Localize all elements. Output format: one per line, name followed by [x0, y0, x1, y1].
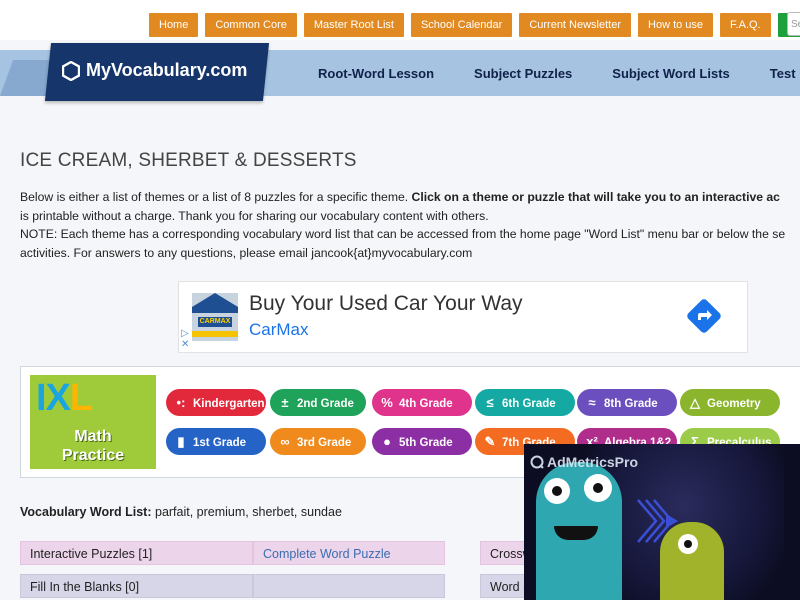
grade-label: 6th Grade: [502, 398, 556, 410]
nav-school-calendar[interactable]: School Calendar: [410, 13, 513, 37]
row-cell: [253, 574, 445, 598]
nav-common-core[interactable]: Common Core: [205, 13, 297, 37]
nav-home[interactable]: Home: [149, 13, 199, 37]
ixl-line-practice: Practice: [61, 447, 125, 464]
intro-line-3: NOTE: Each theme has a corresponding voc…: [20, 227, 786, 241]
grade-pill[interactable]: ≈8th Grade: [577, 389, 677, 416]
grade-icon: ●: [383, 434, 391, 449]
grade-icon: ≈: [588, 395, 596, 410]
directions-arrow-icon[interactable]: [686, 298, 722, 334]
grade-icon: ✎: [484, 434, 496, 449]
grade-pill[interactable]: •: Kindergarten: [166, 389, 266, 416]
grade-icon: ≤: [486, 395, 494, 410]
grade-icon: •:: [176, 395, 186, 410]
ad-advertiser[interactable]: CarMax: [249, 320, 309, 340]
grade-pill[interactable]: ▮ 1st Grade: [166, 428, 266, 455]
nav-current-newsletter[interactable]: Current Newsletter: [519, 13, 632, 37]
ad-choices-icon[interactable]: ▷: [181, 328, 189, 339]
grade-label: Kindergarten: [193, 398, 265, 410]
video-brand: AdMetricsPro: [547, 454, 639, 470]
grade-pill[interactable]: ±2nd Grade: [270, 389, 366, 416]
grade-pill[interactable]: △ Geometry: [680, 389, 780, 416]
monster-character: [536, 462, 622, 600]
ixl-logo: IXL: [36, 377, 93, 419]
site-logo[interactable]: MyVocabulary.com: [62, 60, 247, 81]
grade-label: 1st Grade: [193, 437, 247, 449]
nav-subject-word-lists[interactable]: Subject Word Lists: [612, 66, 730, 81]
grade-pill[interactable]: % 4th Grade: [372, 389, 472, 416]
nav-subject-puzzles[interactable]: Subject Puzzles: [474, 66, 572, 81]
carmax-ad[interactable]: CARMAX Buy Your Used Car Your Way CarMax…: [178, 281, 748, 353]
grade-label: 2nd Grade: [297, 398, 354, 410]
play-icon[interactable]: [634, 494, 692, 548]
nav-how-to-use[interactable]: How to use: [638, 13, 714, 37]
grade-pill[interactable]: ∞ 3rd Grade: [270, 428, 366, 455]
grade-label: 8th Grade: [604, 398, 658, 410]
grade-pill[interactable]: ● 5th Grade: [372, 428, 472, 455]
search-input[interactable]: Se: [787, 12, 800, 36]
grade-label: 3rd Grade: [297, 437, 352, 449]
main-nav: Root-Word Lesson Subject Puzzles Subject…: [318, 66, 800, 81]
nav-test-prep[interactable]: Test Pre: [770, 66, 800, 81]
video-ad-player[interactable]: AdMetricsPro: [524, 444, 800, 600]
vocab-label: Vocabulary Word List:: [20, 505, 152, 519]
admetrics-logo-icon: [530, 455, 544, 469]
grade-icon: ∞: [280, 434, 290, 449]
ad-headline[interactable]: Buy Your Used Car Your Way: [249, 292, 523, 316]
grade-icon: %: [381, 395, 393, 410]
intro-line-4: activities. For answers to any questions…: [20, 245, 473, 260]
intro-text: Below is either a list of themes or a li…: [20, 188, 800, 262]
carmax-ad-image: CARMAX: [192, 293, 238, 341]
nav-faq[interactable]: F.A.Q.: [720, 13, 771, 37]
grade-pill[interactable]: ≤6th Grade: [475, 389, 575, 416]
carmax-image-text: CARMAX: [198, 317, 232, 327]
grade-label: 4th Grade: [399, 398, 453, 410]
grade-label: Geometry: [707, 398, 761, 410]
intro-line-2: is printable without a charge. Thank you…: [20, 208, 489, 223]
complete-word-puzzle-link[interactable]: Complete Word Puzzle: [253, 541, 445, 565]
hexagon-icon: [62, 60, 80, 81]
nav-root-word-lesson[interactable]: Root-Word Lesson: [318, 66, 434, 81]
grade-icon: ±: [281, 395, 289, 410]
intro-line-1-bold: Click on a theme or puzzle that will tak…: [411, 190, 780, 204]
page-title: ICE CREAM, SHERBET & DESSERTS: [20, 150, 357, 171]
intro-line-1: Below is either a list of themes or a li…: [20, 190, 412, 204]
grade-icon: △: [690, 395, 700, 410]
grade-icon: ▮: [177, 434, 185, 449]
vocabulary-word-list: Vocabulary Word List: parfait, premium, …: [20, 505, 342, 519]
row-label: Interactive Puzzles [1]: [20, 541, 253, 565]
top-nav: Home Common Core Master Root List School…: [149, 13, 800, 37]
grade-label: 5th Grade: [399, 437, 453, 449]
ixl-logo-panel: IXL Math Practice: [30, 375, 156, 469]
close-icon[interactable]: ✕: [181, 339, 189, 350]
nav-master-root-list[interactable]: Master Root List: [303, 13, 404, 37]
logo-text: MyVocabulary.com: [86, 60, 248, 80]
ixl-line-math: Math: [74, 428, 112, 445]
vocab-words: parfait, premium, sherbet, sundae: [151, 505, 342, 519]
row-label: Fill In the Blanks [0]: [20, 574, 253, 598]
